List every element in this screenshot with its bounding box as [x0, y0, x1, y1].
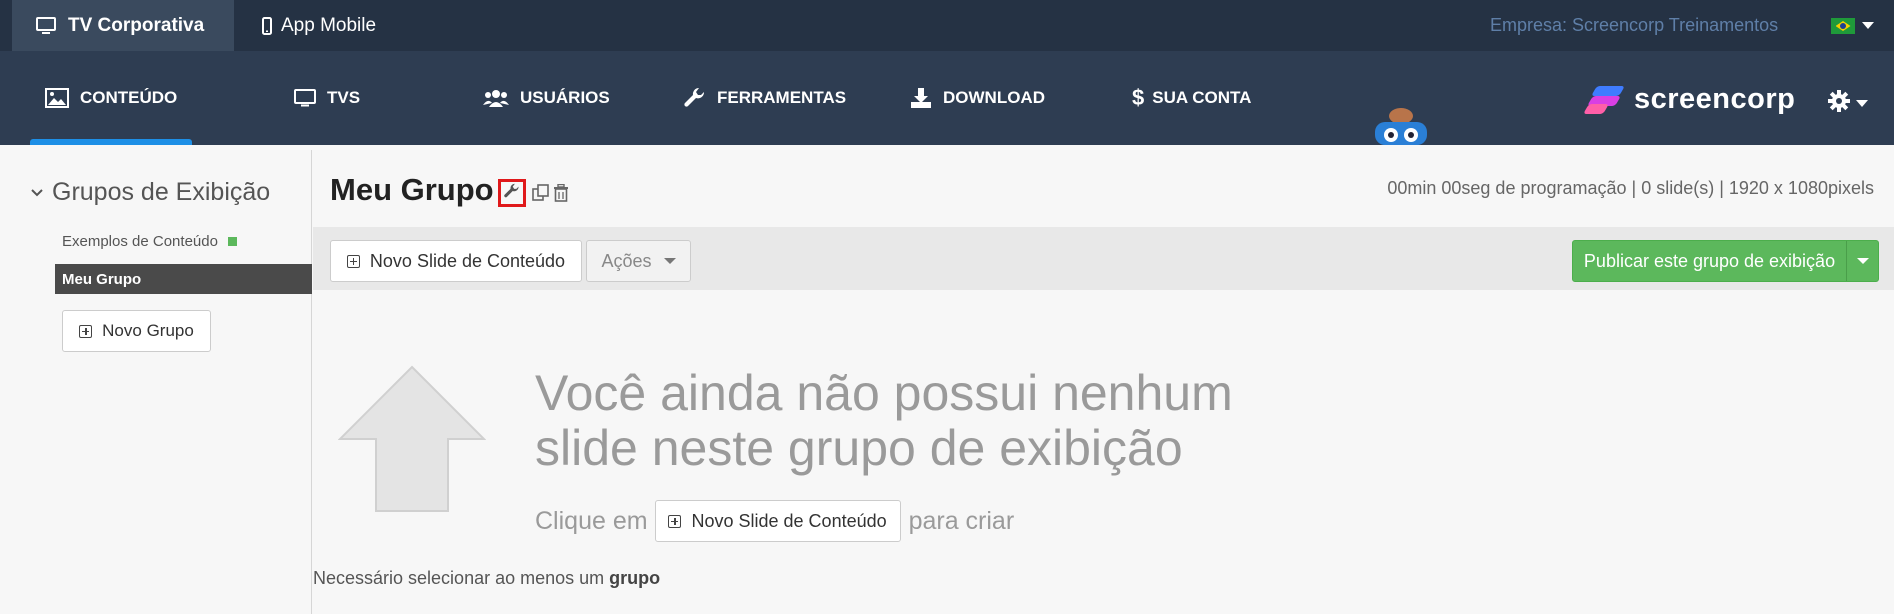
tab-tv-corporativa[interactable]: TV Corporativa — [12, 0, 234, 51]
image-icon — [45, 88, 69, 108]
users-icon — [483, 88, 509, 108]
sidebar: Grupos de Exibição Exemplos de Conteúdo … — [0, 150, 312, 614]
sidebar-title-label: Grupos de Exibição — [52, 178, 271, 206]
inline-new-slide-button[interactable]: Novo Slide de Conteúdo — [654, 500, 901, 542]
validation-text: Necessário selecionar ao menos um — [313, 568, 605, 588]
gear-icon — [1828, 90, 1850, 117]
up-arrow-icon — [337, 365, 487, 513]
inline-new-slide-label: Novo Slide de Conteúdo — [691, 510, 887, 531]
dollar-icon: $ — [1132, 85, 1145, 110]
nav-label: USUÁRIOS — [520, 88, 610, 107]
download-icon — [910, 88, 932, 108]
logo-text: screencorp — [1634, 82, 1796, 115]
hint-after: para criar — [908, 506, 1015, 535]
nav-label: SUA CONTA — [1152, 88, 1252, 107]
status-indicator — [227, 237, 237, 246]
title-tools — [498, 179, 569, 207]
validation-bold: grupo — [609, 568, 661, 588]
chevron-down-icon — [663, 258, 676, 264]
publish-button[interactable]: Publicar este grupo de exibição — [1572, 240, 1879, 282]
nav-label: CONTEÚDO — [80, 88, 178, 107]
tab-tv-label: TV Corporativa — [68, 14, 205, 36]
edit-group-button[interactable] — [498, 179, 526, 207]
monitor-icon — [36, 16, 56, 35]
logo-icon — [1583, 84, 1626, 114]
trash-icon[interactable] — [553, 184, 569, 202]
new-slide-button[interactable]: Novo Slide de Conteúdo — [330, 240, 582, 282]
nav-item-usuarios[interactable]: USUÁRIOS — [483, 51, 610, 145]
nav-item-download[interactable]: DOWNLOAD — [910, 51, 1045, 145]
sidebar-item-meu-grupo[interactable]: Meu Grupo — [55, 264, 312, 294]
nav-item-ferramentas[interactable]: FERRAMENTAS — [684, 51, 846, 145]
validation-message: Necessário selecionar ao menos um grupo — [313, 568, 660, 589]
copy-icon[interactable] — [532, 184, 550, 202]
actions-dropdown[interactable]: Ações — [586, 240, 691, 282]
tab-app-mobile[interactable]: App Mobile — [262, 0, 376, 51]
nav-active-indicator — [30, 139, 192, 145]
group-stats: 00min 00seg de programação | 0 slide(s) … — [1387, 178, 1874, 198]
nav-label: FERRAMENTAS — [717, 88, 847, 107]
actions-label: Ações — [601, 250, 652, 271]
company-name: Empresa: Screencorp Treinamentos — [1490, 15, 1779, 35]
top-bar: TV Corporativa App Mobile Empresa: Scree… — [0, 0, 1894, 51]
brazil-flag-icon[interactable] — [1831, 18, 1855, 34]
mobile-icon — [262, 16, 272, 35]
chevron-down-icon — [30, 188, 44, 198]
chevron-down-icon[interactable] — [1862, 22, 1874, 29]
empty-state-hint: Clique em Novo Slide de Conteúdo para cr… — [535, 500, 1014, 542]
page-title: Meu Grupo — [330, 172, 494, 207]
publish-dropdown-toggle[interactable] — [1847, 258, 1878, 264]
nav-label: TVS — [327, 88, 361, 107]
monitor-icon — [294, 89, 316, 107]
settings-menu[interactable] — [1828, 90, 1868, 117]
nav-item-tvs[interactable]: TVS — [294, 51, 360, 145]
empty-state-heading: Você ainda não possui nenhum — [535, 365, 1233, 421]
wrench-icon — [504, 183, 520, 204]
plus-square-icon — [79, 324, 93, 338]
new-group-label: Novo Grupo — [102, 321, 194, 340]
sidebar-title[interactable]: Grupos de Exibição — [30, 178, 270, 207]
chevron-down-icon — [1856, 258, 1869, 264]
plus-square-icon — [346, 254, 360, 268]
chevron-down-icon — [1856, 100, 1868, 107]
robot-mascot-icon[interactable] — [1369, 108, 1433, 145]
screencorp-logo[interactable]: screencorp — [1583, 81, 1796, 117]
nav-label: DOWNLOAD — [943, 88, 1045, 107]
publish-label: Publicar este grupo de exibição — [1573, 241, 1847, 281]
tab-app-label: App Mobile — [281, 14, 377, 36]
nav-item-sua-conta[interactable]: $ SUA CONTA — [1132, 51, 1251, 145]
new-slide-label: Novo Slide de Conteúdo — [369, 250, 566, 271]
sidebar-item-label: Exemplos de Conteúdo — [62, 233, 218, 250]
wrench-icon — [684, 87, 706, 109]
sidebar-item-exemplos[interactable]: Exemplos de Conteúdo — [62, 233, 237, 250]
new-group-button[interactable]: Novo Grupo — [62, 310, 211, 352]
nav-item-conteudo[interactable]: CONTEÚDO — [45, 51, 177, 145]
plus-square-icon — [668, 514, 682, 528]
hint-before: Clique em — [535, 506, 648, 535]
empty-state-heading-2: slide neste grupo de exibição — [535, 420, 1183, 476]
